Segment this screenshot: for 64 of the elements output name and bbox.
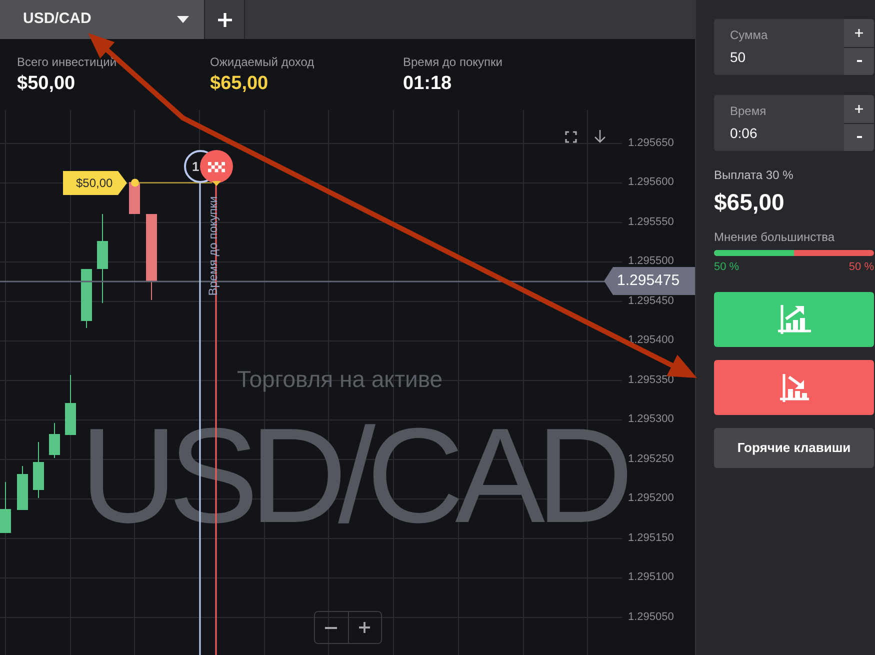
field-value: 0:06 [730,124,758,142]
fullscreen-icon[interactable] [565,131,577,143]
stat-label: Всего инвестиций [17,55,117,69]
candle [17,466,28,510]
add-tab-button[interactable] [204,0,245,39]
price-axis-label: 1.295150 [628,532,674,544]
stepper-field[interactable]: Время 0:06 [714,95,844,151]
stat-value: $65,00 [210,73,268,95]
price-axis-label: 1.295400 [628,335,674,346]
asset-tab[interactable]: USD/CAD [0,0,204,39]
field-value: 50 [730,48,746,66]
purchase-time-label: Время до покупки [206,196,220,296]
chart-up-icon [778,305,810,334]
increment-button[interactable] [844,95,874,122]
lower-button[interactable] [714,360,874,415]
majority-label: Мнение большинства [714,230,835,244]
bet-amount-tag: $50,00 [63,171,127,195]
field-label: Время [730,104,766,118]
payout-label: Выплата 30 % [714,168,794,182]
price-axis-label: 1.295100 [628,572,674,583]
candle [49,422,60,458]
price-axis-label: 1.295350 [628,374,674,386]
candle [129,182,140,214]
higher-button[interactable] [714,292,874,347]
stat-value: $50,00 [17,73,76,95]
zoom-out-button[interactable] [314,611,348,644]
price-axis-label: 1.295500 [628,256,674,267]
minus-icon [856,136,862,138]
plus-icon [359,622,370,633]
plus-icon [218,12,232,26]
watermark-caption: Торговля на активе [237,368,443,391]
minus-icon [325,626,338,628]
price-axis-label: 1.295600 [628,177,674,188]
down-share-reading: 50 % [848,260,874,274]
price-axis-label: 1.295550 [628,216,674,228]
price-axis-label: 1.295450 [628,296,674,306]
candle [81,268,92,328]
current-price-tag: 1.295475 [604,267,695,295]
up-share-reading: 50 % [714,260,740,274]
stat-label: Время до покупки [403,55,502,69]
stepper-field[interactable]: Сумма 50 [714,19,844,75]
caret-icon [177,16,189,23]
price-axis-label: 1.295650 [628,138,674,148]
price-axis-label: 1.295250 [628,454,674,464]
entry-dot-icon [131,178,139,187]
candle [33,442,44,498]
zoom-in-button[interactable] [348,611,382,644]
chart-down-icon [780,374,808,402]
price-axis-label: 1.295200 [628,493,674,504]
price-axis-label: 1.295300 [628,414,674,425]
payout-value: $65,00 [714,189,784,215]
stat-label: Ожидаемый доход [210,55,314,69]
increment-button[interactable] [844,19,874,46]
hotkeys-button[interactable]: Горячие клавиши [714,428,874,468]
plus-icon [855,28,863,37]
candle [65,374,76,436]
stat-value: 01:18 [403,73,452,95]
field-label: Сумма [730,28,768,42]
arrow-down-icon[interactable] [594,130,606,143]
plus-icon [855,104,863,113]
checkered-flag-icon [200,150,233,186]
minus-icon [856,60,862,62]
candle [0,482,11,534]
price-axis-label: 1.295050 [628,612,674,622]
